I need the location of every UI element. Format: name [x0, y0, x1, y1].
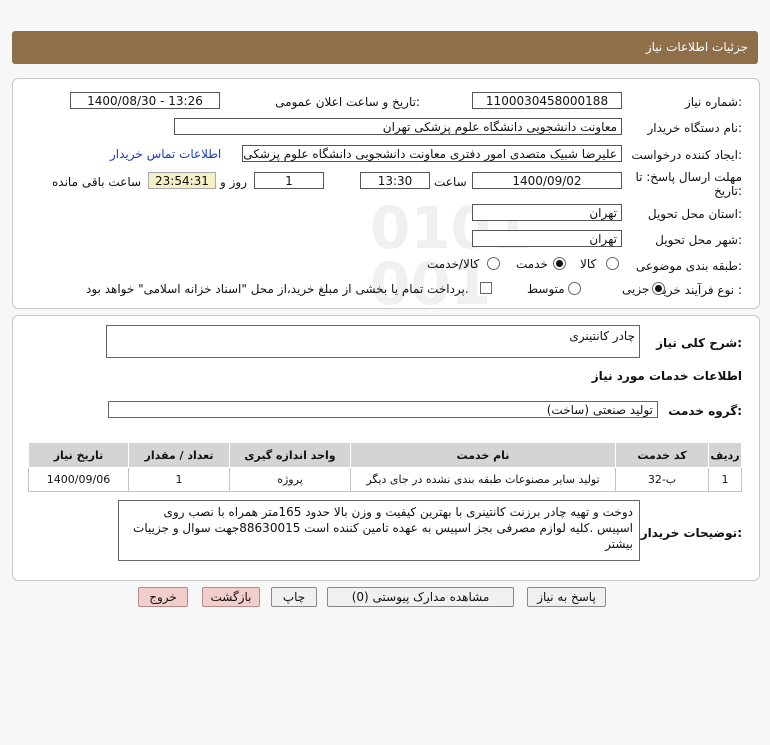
table-header-row: ردیف کد خدمت نام خدمت واحد اندازه گیری ت… — [28, 442, 742, 468]
category-option-goods-service: کالا/خدمت — [427, 257, 480, 271]
purchase-option-medium: متوسط — [527, 282, 565, 296]
need-number-field: 1100030458000188 — [472, 92, 622, 109]
remaining-label: ساعت باقی مانده — [52, 175, 142, 189]
category-radio-goods-service[interactable] — [487, 257, 500, 270]
city-label: شهر محل تحویل: — [655, 233, 742, 247]
col-code: کد خدمت — [615, 442, 709, 468]
page-title: جزئیات اطلاعات نیاز — [645, 40, 748, 54]
buyer-contact-link[interactable]: اطلاعات تماس خریدار — [110, 147, 221, 161]
category-option-service: خدمت — [516, 257, 548, 271]
purchase-radio-medium[interactable] — [568, 282, 581, 295]
city-field: تهران — [472, 230, 622, 247]
col-date: تاریخ نیاز — [28, 442, 129, 468]
reply-button[interactable]: پاسخ به نیاز — [527, 587, 606, 607]
purchase-radio-minor[interactable] — [652, 282, 665, 295]
category-radio-goods[interactable] — [606, 257, 619, 270]
view-documents-button[interactable]: مشاهده مدارک پیوستی (0) — [327, 587, 514, 607]
deadline-date-field: 1400/09/02 — [472, 172, 622, 189]
col-name: نام خدمت — [350, 442, 616, 468]
deadline-time-field: 13:30 — [360, 172, 430, 189]
province-label: استان محل تحویل: — [647, 207, 742, 221]
cell-row: 1 — [708, 467, 742, 492]
back-button[interactable]: بازگشت — [202, 587, 260, 607]
buyer-org-label: نام دستگاه خریدار: — [647, 121, 743, 135]
remaining-time-field: 23:54:31 — [148, 172, 216, 189]
page-header: جزئیات اطلاعات نیاز — [12, 31, 758, 64]
col-quantity: تعداد / مقدار — [128, 442, 230, 468]
deadline-label: مهلت ارسال پاسخ: تا — [635, 170, 742, 184]
requester-field: علیرضا شبیک متصدی امور دفتری معاونت دانش… — [242, 145, 622, 162]
requester-label: ایجاد کننده درخواست: — [631, 148, 742, 162]
buyer-notes-label: توضیحات خریدار: — [640, 526, 742, 540]
cell-name: تولید سایر مصنوعات طبقه بندی نشده در جای… — [350, 467, 616, 492]
days-label: روز و — [220, 175, 247, 189]
cell-date: 1400/09/06 — [28, 467, 129, 492]
treasury-payment-checkbox[interactable] — [480, 282, 492, 294]
exit-button[interactable]: خروج — [138, 587, 188, 607]
buyer-notes-field: دوخت و تهیه چادر برزنت کانتینری با بهتری… — [118, 500, 640, 561]
cell-unit: پروژه — [229, 467, 351, 492]
announce-field: 1400/08/30 - 13:26 — [70, 92, 220, 109]
deadline-time-label: ساعت — [434, 175, 467, 189]
category-radio-service[interactable] — [553, 257, 566, 270]
deadline-label-date: تاریخ: — [714, 184, 742, 198]
col-row: ردیف — [708, 442, 742, 468]
province-field: تهران — [472, 204, 622, 221]
services-table: ردیف کد خدمت نام خدمت واحد اندازه گیری ت… — [28, 442, 742, 492]
table-row: 1 ب-32 تولید سایر مصنوعات طبقه بندی نشده… — [28, 467, 742, 492]
purchase-type-label: نوع فرآیند خرید : — [657, 283, 742, 297]
announce-label: تاریخ و ساعت اعلان عمومی: — [275, 95, 420, 109]
purchase-option-minor: جزیی — [622, 282, 650, 296]
col-unit: واحد اندازه گیری — [229, 442, 351, 468]
summary-field: چادر کانتینری — [106, 325, 640, 358]
summary-label: شرح کلی نیاز: — [656, 336, 742, 350]
days-field: 1 — [254, 172, 324, 189]
buyer-org-field: معاونت دانشجویی دانشگاه علوم پزشکی تهران — [174, 118, 622, 135]
services-heading: اطلاعات خدمات مورد نیاز — [591, 369, 742, 383]
treasury-payment-note: پرداخت تمام یا بخشی از مبلغ خرید،از محل … — [86, 282, 469, 296]
category-label: طبقه بندی موضوعی: — [635, 259, 742, 273]
print-button[interactable]: چاپ — [271, 587, 317, 607]
service-group-field: تولید صنعتی (ساخت) — [108, 401, 658, 418]
need-number-label: شماره نیاز: — [684, 95, 742, 109]
cell-code: ب-32 — [615, 467, 709, 492]
cell-quantity: 1 — [128, 467, 230, 492]
service-group-label: گروه خدمت: — [668, 404, 742, 418]
category-option-goods: کالا — [580, 257, 597, 271]
